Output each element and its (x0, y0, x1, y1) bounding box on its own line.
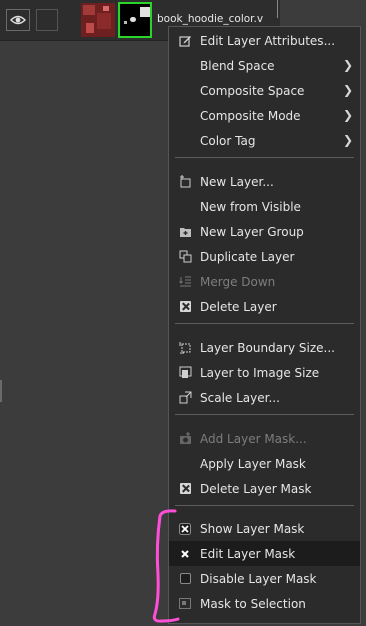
menu-item-color-tag[interactable]: Color Tag ❯ (169, 128, 360, 153)
merge-down-icon (178, 275, 192, 289)
menu-separator (175, 505, 354, 506)
menu-item-new-layer-group[interactable]: New Layer Group (169, 219, 360, 244)
checkbox-checked-icon (178, 522, 192, 536)
checkbox-empty-icon (178, 572, 192, 586)
pencil-icon (178, 34, 192, 48)
menu-item-disable-layer-mask[interactable]: Disable Layer Mask (169, 566, 360, 591)
menu-item-delete-layer[interactable]: Delete Layer (169, 294, 360, 319)
menu-item-layer-boundary-size[interactable]: Layer Boundary Size... (169, 335, 360, 360)
menu-item-edit-layer-mask[interactable]: Edit Layer Mask (169, 541, 360, 566)
menu-separator (175, 323, 354, 324)
menu-item-delete-layer-mask[interactable]: Delete Layer Mask (169, 476, 360, 501)
menu-item-layer-to-image-size[interactable]: Layer to Image Size (169, 360, 360, 385)
visibility-toggle[interactable] (6, 9, 30, 31)
menu-item-apply-layer-mask[interactable]: Apply Layer Mask (169, 451, 360, 476)
delete-mask-icon (178, 482, 192, 496)
menu-separator (175, 414, 354, 415)
menu-item-blend-space[interactable]: Blend Space ❯ (169, 53, 360, 78)
new-group-icon (178, 225, 192, 239)
eye-icon (10, 15, 26, 25)
menu-item-composite-mode[interactable]: Composite Mode ❯ (169, 103, 360, 128)
menu-separator (175, 157, 354, 158)
link-toggle[interactable] (36, 9, 58, 31)
menu-item-scale-layer[interactable]: Scale Layer... (169, 385, 360, 410)
chevron-right-icon: ❯ (342, 133, 353, 147)
menu-item-show-layer-mask[interactable]: Show Layer Mask (169, 516, 360, 541)
layer-name[interactable]: book_hoodie_color.v (157, 13, 263, 25)
menu-item-new-layer[interactable]: New Layer... (169, 169, 360, 194)
menu-item-mask-to-selection[interactable]: Mask to Selection (169, 591, 360, 616)
scale-icon (178, 391, 192, 405)
layer-context-menu: Edit Layer Attributes... Blend Space ❯ C… (168, 26, 361, 624)
chevron-right-icon: ❯ (342, 108, 353, 122)
panel-edge-marker (0, 380, 2, 402)
chevron-right-icon: ❯ (342, 58, 353, 72)
menu-item-edit-layer-attributes[interactable]: Edit Layer Attributes... (169, 28, 360, 53)
menu-item-add-layer-mask[interactable]: Add Layer Mask... (169, 426, 360, 451)
new-layer-icon (178, 175, 192, 189)
layer-to-image-icon (178, 366, 192, 380)
chevron-right-icon: ❯ (342, 83, 353, 97)
menu-item-duplicate-layer[interactable]: Duplicate Layer (169, 244, 360, 269)
layer-mask-thumbnail[interactable] (118, 2, 152, 38)
checkbox-checked-icon (178, 547, 192, 561)
layer-thumbnail[interactable] (81, 3, 115, 37)
menu-item-merge-down[interactable]: Merge Down (169, 269, 360, 294)
mask-selection-icon (178, 597, 192, 611)
panel-divider (277, 0, 278, 18)
menu-item-composite-space[interactable]: Composite Space ❯ (169, 78, 360, 103)
delete-icon (178, 300, 192, 314)
menu-item-new-from-visible[interactable]: New from Visible (169, 194, 360, 219)
duplicate-icon (178, 250, 192, 264)
add-mask-icon (178, 432, 192, 446)
boundary-size-icon (178, 341, 192, 355)
